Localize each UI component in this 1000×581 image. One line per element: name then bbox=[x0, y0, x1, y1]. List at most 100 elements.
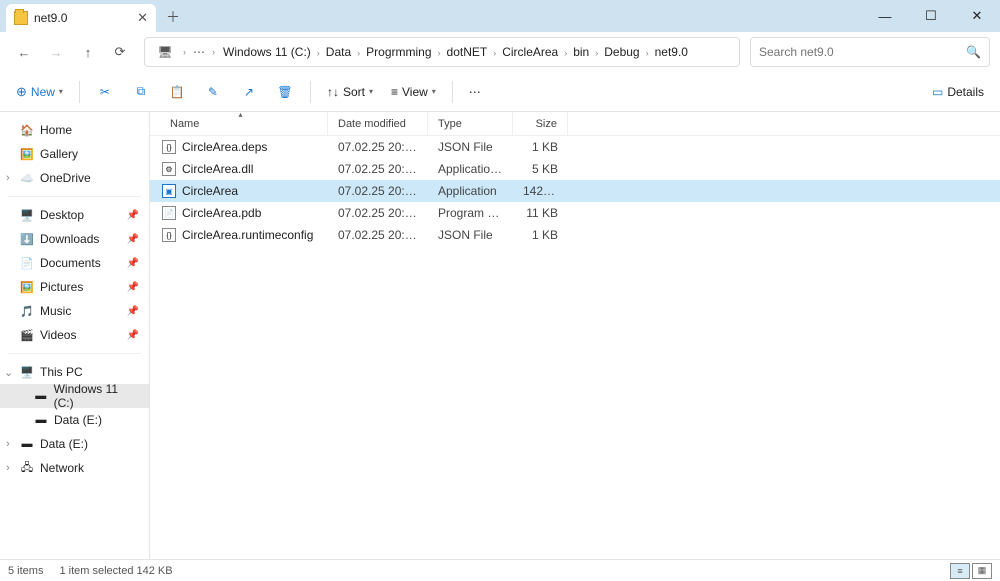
file-date: 07.02.25 20:16 bbox=[328, 140, 428, 154]
delete-button[interactable]: 🗑 bbox=[270, 77, 300, 107]
pin-icon: 📌 bbox=[127, 258, 139, 269]
file-icon: ⚙ bbox=[162, 162, 176, 176]
icons-view-toggle[interactable]: ▦ bbox=[972, 563, 992, 579]
new-button[interactable]: ⊕ New ▾ bbox=[10, 77, 69, 107]
sidebar-item[interactable]: ☁️OneDrive bbox=[0, 166, 149, 190]
sidebar-item[interactable]: ⬇️Downloads📌 bbox=[0, 227, 149, 251]
tab-current[interactable]: net9.0 ✕ bbox=[6, 4, 156, 32]
folder-icon bbox=[14, 11, 28, 25]
breadcrumb-segment[interactable]: CircleArea bbox=[498, 43, 562, 61]
breadcrumb-segment[interactable]: bin bbox=[569, 43, 593, 61]
toolbar: ⊕ New ▾ ✂ ⧉ 📋 ✎ ↗ 🗑 ↑↓ Sort ▾ ≡ View ▾ ⋯… bbox=[0, 72, 1000, 112]
paste-button[interactable]: 📋 bbox=[162, 77, 192, 107]
refresh-button[interactable]: ⟳ bbox=[106, 38, 134, 66]
chevron-right-icon: › bbox=[210, 47, 217, 57]
search-input[interactable] bbox=[759, 45, 960, 59]
search-icon[interactable]: 🔍 bbox=[966, 45, 981, 59]
sidebar-item[interactable]: ▬ Data (E:) bbox=[0, 432, 149, 456]
drive-icon: ▬ bbox=[20, 437, 34, 451]
selection-info: 1 item selected 142 KB bbox=[59, 565, 172, 577]
file-row[interactable]: {}CircleArea.deps07.02.25 20:16JSON File… bbox=[150, 136, 1000, 158]
details-toggle[interactable]: ▭ Details bbox=[926, 77, 990, 107]
close-button[interactable]: ✕ bbox=[954, 0, 1000, 32]
drive-icon: ▬ bbox=[34, 413, 48, 427]
maximize-button[interactable]: ☐ bbox=[908, 0, 954, 32]
sidebar-item[interactable]: 🖼️Pictures📌 bbox=[0, 275, 149, 299]
copy-button[interactable]: ⧉ bbox=[126, 77, 156, 107]
statusbar: 5 items 1 item selected 142 KB ≡ ▦ bbox=[0, 559, 1000, 581]
rename-button[interactable]: ✎ bbox=[198, 77, 228, 107]
col-date[interactable]: Date modified bbox=[328, 112, 428, 135]
sidebar-icon: 🎬 bbox=[20, 328, 34, 342]
breadcrumb-segment[interactable]: Data bbox=[322, 43, 355, 61]
file-name: CircleArea.pdb bbox=[182, 206, 261, 220]
sidebar-thispc[interactable]: 🖥️ This PC bbox=[0, 360, 149, 384]
sidebar-label: Data (E:) bbox=[40, 437, 88, 451]
sidebar-item[interactable]: 🎬Videos📌 bbox=[0, 323, 149, 347]
tab-close-icon[interactable]: ✕ bbox=[137, 10, 148, 26]
search-box[interactable]: 🔍 bbox=[750, 37, 990, 67]
sidebar-icon: 🏠 bbox=[20, 123, 34, 137]
sidebar-item[interactable]: 🖥️Desktop📌 bbox=[0, 203, 149, 227]
file-size: 1 KB bbox=[513, 228, 568, 242]
sidebar-label: Windows 11 (C:) bbox=[54, 382, 139, 410]
address-bar[interactable]: 🖥 › ⋯ › Windows 11 (C:)›Data›Progrmming›… bbox=[144, 37, 740, 67]
breadcrumb-segment[interactable]: dotNET bbox=[443, 43, 492, 61]
sidebar-item[interactable]: 📄Documents📌 bbox=[0, 251, 149, 275]
minimize-button[interactable]: — bbox=[862, 0, 908, 32]
chevron-right-icon: › bbox=[181, 47, 188, 57]
breadcrumb-segment[interactable]: Windows 11 (C:) bbox=[219, 43, 315, 61]
view-icon: ≡ bbox=[391, 85, 398, 99]
sort-button[interactable]: ↑↓ Sort ▾ bbox=[321, 77, 379, 107]
col-size[interactable]: Size bbox=[513, 112, 568, 135]
file-icon: 📄 bbox=[162, 206, 176, 220]
back-button[interactable]: ← bbox=[10, 38, 38, 66]
sidebar-label: Home bbox=[40, 123, 72, 137]
sidebar-item[interactable]: ▬ Data (E:) bbox=[0, 408, 149, 432]
col-name[interactable]: Name ▴ bbox=[150, 112, 328, 135]
file-icon: {} bbox=[162, 140, 176, 154]
separator bbox=[79, 81, 80, 103]
sidebar-label: Music bbox=[40, 304, 71, 318]
window-controls: — ☐ ✕ bbox=[862, 0, 1000, 32]
file-row[interactable]: ⚙CircleArea.dll07.02.25 20:16Application… bbox=[150, 158, 1000, 180]
sidebar-label: This PC bbox=[40, 365, 83, 379]
view-label: View bbox=[402, 85, 428, 99]
share-button[interactable]: ↗ bbox=[234, 77, 264, 107]
sidebar-item[interactable]: 🖧Network bbox=[0, 456, 149, 480]
file-type: Application exten... bbox=[428, 162, 513, 176]
breadcrumb-segment[interactable]: net9.0 bbox=[651, 43, 692, 61]
chevron-down-icon: ▾ bbox=[369, 87, 373, 96]
breadcrumb-segment[interactable]: Debug bbox=[600, 43, 643, 61]
sidebar-icon: 📄 bbox=[20, 256, 34, 270]
file-size: 5 KB bbox=[513, 162, 568, 176]
pin-icon: 📌 bbox=[127, 210, 139, 221]
sidebar-label: Desktop bbox=[40, 208, 84, 222]
file-list: Name ▴ Date modified Type Size {}CircleA… bbox=[150, 112, 1000, 559]
col-type[interactable]: Type bbox=[428, 112, 513, 135]
file-row[interactable]: 📄CircleArea.pdb07.02.25 20:16Program Deb… bbox=[150, 202, 1000, 224]
more-button[interactable]: ⋯ bbox=[463, 77, 487, 107]
sidebar-item[interactable]: 🖼️Gallery bbox=[0, 142, 149, 166]
sidebar-icon: 🖼️ bbox=[20, 280, 34, 294]
sidebar-item[interactable]: 🏠 Home bbox=[0, 118, 149, 142]
forward-button[interactable]: → bbox=[42, 38, 70, 66]
separator bbox=[310, 81, 311, 103]
view-toggles: ≡ ▦ bbox=[950, 563, 992, 579]
chevron-right-icon: › bbox=[644, 48, 651, 58]
breadcrumb-segment[interactable]: Progrmming bbox=[362, 43, 435, 61]
file-row[interactable]: {}CircleArea.runtimeconfig07.02.25 20:16… bbox=[150, 224, 1000, 246]
file-row[interactable]: ▣CircleArea07.02.25 20:16Application142 … bbox=[150, 180, 1000, 202]
sidebar-item[interactable]: 🎵Music📌 bbox=[0, 299, 149, 323]
sidebar-item[interactable]: ▬Windows 11 (C:) bbox=[0, 384, 149, 408]
cut-button[interactable]: ✂ bbox=[90, 77, 120, 107]
view-button[interactable]: ≡ View ▾ bbox=[385, 77, 442, 107]
pc-icon: 🖥️ bbox=[20, 365, 34, 379]
file-date: 07.02.25 20:16 bbox=[328, 206, 428, 220]
overflow-crumb-icon[interactable]: ⋯ bbox=[190, 38, 208, 66]
up-button[interactable]: ↑ bbox=[74, 38, 102, 66]
details-view-toggle[interactable]: ≡ bbox=[950, 563, 970, 579]
new-tab-button[interactable]: ＋ bbox=[166, 7, 180, 27]
sidebar-label: Data (E:) bbox=[54, 413, 102, 427]
pc-icon[interactable]: 🖥 bbox=[151, 38, 179, 66]
